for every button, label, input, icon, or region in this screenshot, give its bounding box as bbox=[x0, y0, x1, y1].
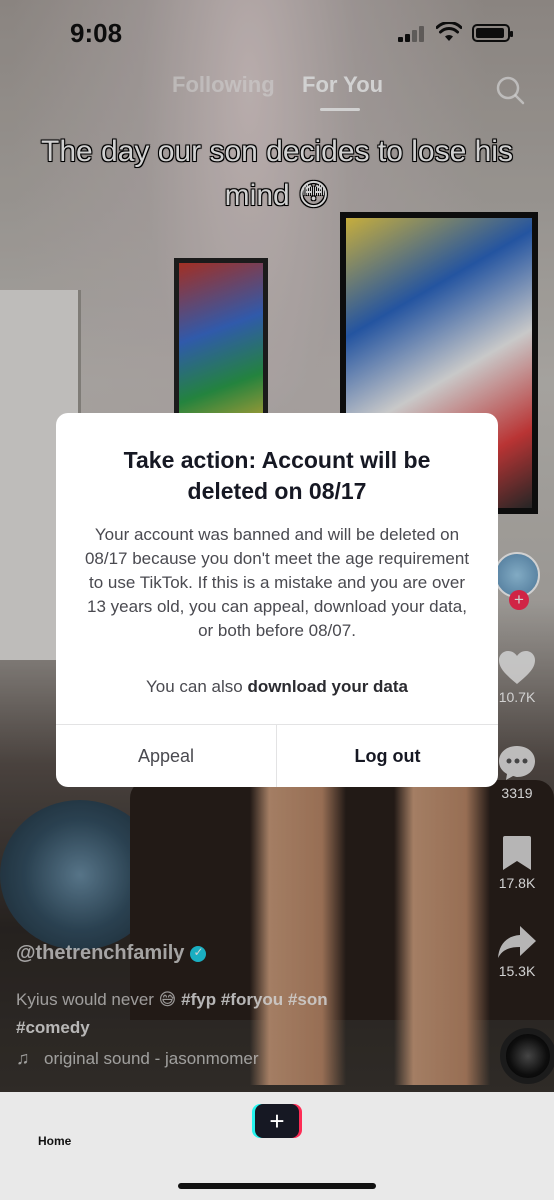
nav-home[interactable]: Home bbox=[38, 1134, 71, 1148]
appeal-button[interactable]: Appeal bbox=[56, 725, 276, 787]
download-data-link[interactable]: download your data bbox=[247, 677, 408, 696]
home-indicator[interactable] bbox=[178, 1183, 376, 1189]
dialog-body: Your account was banned and will be dele… bbox=[84, 525, 470, 640]
account-deletion-dialog: Take action: Account will be deleted on … bbox=[56, 413, 498, 787]
dialog-download-prefix: You can also bbox=[145, 677, 248, 696]
logout-button[interactable]: Log out bbox=[277, 725, 498, 787]
dialog-title: Take action: Account will be deleted on … bbox=[123, 447, 431, 504]
dialog-download-note: You can also download your data bbox=[82, 675, 472, 699]
plus-icon: + bbox=[255, 1104, 299, 1138]
create-button[interactable]: + bbox=[252, 1104, 302, 1138]
